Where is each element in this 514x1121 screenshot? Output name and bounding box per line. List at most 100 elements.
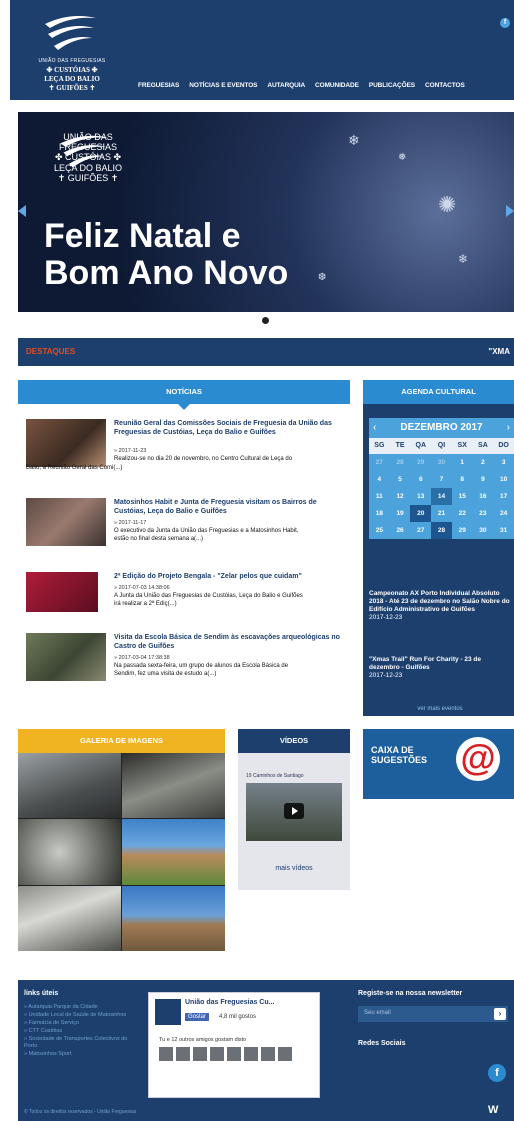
- agenda-event-text[interactable]: "Xmas Trail" Run For Charity - 23 de dez…: [369, 656, 511, 672]
- gallery-image[interactable]: [122, 885, 225, 951]
- agenda-event-text[interactable]: Campeonato AX Porto Individual Absoluto …: [369, 590, 511, 614]
- avatar[interactable]: [210, 1047, 224, 1061]
- news-title[interactable]: Reunião Geral das Comissões Sociais de F…: [114, 419, 350, 437]
- news-title[interactable]: Visita da Escola Básica de Sendim às esc…: [114, 633, 350, 651]
- calendar-day[interactable]: 22: [452, 505, 473, 522]
- gallery-image[interactable]: [18, 885, 121, 951]
- video-title[interactable]: 19 Caminhos de Santiago: [246, 773, 304, 779]
- avatar[interactable]: [176, 1047, 190, 1061]
- facebook-widget[interactable]: União das Freguesias Cu... Gostar 4,8 mi…: [148, 992, 320, 1098]
- play-icon[interactable]: [284, 803, 304, 819]
- calendar-day[interactable]: 15: [452, 488, 473, 505]
- calendar-day[interactable]: 30: [431, 454, 452, 471]
- hero-banner[interactable]: UNIÃO DAS FREGUESIAS ✤ CUSTÓIAS ✤ LEÇA D…: [18, 112, 514, 312]
- avatar[interactable]: [227, 1047, 241, 1061]
- news-thumbnail[interactable]: [26, 633, 106, 681]
- footer-link[interactable]: » Sociedade de Transportes Colectivos do…: [24, 1036, 134, 1050]
- ver-mais-eventos-link[interactable]: ver mais eventos: [369, 706, 511, 712]
- nav-noticias-eventos[interactable]: NOTÍCIAS E EVENTOS: [189, 82, 257, 89]
- calendar-day[interactable]: 23: [473, 505, 494, 522]
- footer-link[interactable]: » Matosinhos Sport: [24, 1051, 134, 1058]
- calendar-day[interactable]: 8: [452, 471, 473, 488]
- news-thumbnail[interactable]: [26, 498, 106, 546]
- newsletter-submit-icon[interactable]: ›: [494, 1008, 506, 1020]
- avatar[interactable]: [193, 1047, 207, 1061]
- slider-dot[interactable]: [262, 317, 269, 324]
- calendar-day[interactable]: 30: [473, 522, 494, 539]
- calendar-day[interactable]: 19: [390, 505, 411, 522]
- avatar[interactable]: [278, 1047, 292, 1061]
- newsletter-email-field[interactable]: Seu email ›: [358, 1006, 508, 1022]
- mais-videos-link[interactable]: mais vídeos: [238, 865, 350, 872]
- gallery-image[interactable]: [18, 819, 121, 885]
- avatar[interactable]: [159, 1047, 173, 1061]
- calendar-day[interactable]: 20: [410, 505, 432, 522]
- agenda-event[interactable]: Campeonato AX Porto Individual Absoluto …: [369, 590, 511, 622]
- calendar-day[interactable]: 28: [390, 454, 411, 471]
- facebook-icon[interactable]: f: [488, 1064, 506, 1082]
- calendar-day[interactable]: 29: [452, 522, 473, 539]
- calendar-day[interactable]: 12: [390, 488, 411, 505]
- nav-publicacoes[interactable]: PUBLICAÇÕES: [369, 82, 415, 89]
- destaques-ticker[interactable]: "XMA: [488, 347, 510, 356]
- news-item[interactable]: Reunião Geral das Comissões Sociais de F…: [26, 419, 350, 479]
- avatar[interactable]: [261, 1047, 275, 1061]
- calendar-day[interactable]: 7: [431, 471, 452, 488]
- calendar-day[interactable]: 17: [493, 488, 514, 505]
- calendar-day[interactable]: 13: [410, 488, 431, 505]
- news-item[interactable]: Visita da Escola Básica de Sendim às esc…: [26, 633, 350, 689]
- calendar-day[interactable]: 6: [410, 471, 431, 488]
- footer-link[interactable]: » Farmácia de Serviço: [24, 1020, 134, 1027]
- nav-freguesias[interactable]: FREGUESIAS: [138, 82, 179, 89]
- slider-prev-arrow-icon[interactable]: [18, 205, 26, 217]
- footer-link[interactable]: » Unidade Local de Saúde de Matosinhos: [24, 1012, 134, 1019]
- news-title[interactable]: Matosinhos Habit e Junta de Freguesia vi…: [114, 498, 350, 516]
- slider-next-arrow-icon[interactable]: [506, 205, 514, 217]
- calendar-next-icon[interactable]: ›: [507, 418, 510, 438]
- avatar[interactable]: [244, 1047, 258, 1061]
- calendar-day[interactable]: 4: [369, 471, 390, 488]
- site-logo[interactable]: UNIÃO DAS FREGUESIAS ✤ CUSTÓIAS ✤ LEÇA D…: [22, 8, 122, 98]
- calendar-day[interactable]: 24: [493, 505, 514, 522]
- calendar-day[interactable]: 27: [410, 522, 431, 539]
- news-item[interactable]: Matosinhos Habit e Junta de Freguesia vi…: [26, 498, 350, 558]
- developer-logo-icon[interactable]: W: [488, 1104, 498, 1116]
- news-title[interactable]: 2ª Edição do Projeto Bengala - "Zelar pe…: [114, 572, 350, 581]
- calendar-day[interactable]: 27: [369, 454, 390, 471]
- nav-comunidade[interactable]: COMUNIDADE: [315, 82, 359, 89]
- nav-contactos[interactable]: CONTACTOS: [425, 82, 465, 89]
- calendar-day[interactable]: 31: [493, 522, 514, 539]
- calendar-day[interactable]: 9: [473, 471, 494, 488]
- calendar-day[interactable]: 21: [431, 505, 452, 522]
- calendar-day[interactable]: 28: [431, 522, 452, 539]
- calendar-day[interactable]: 29: [410, 454, 431, 471]
- gallery-image[interactable]: [122, 753, 225, 819]
- calendar-day[interactable]: 1: [452, 454, 473, 471]
- calendar-day[interactable]: 16: [473, 488, 494, 505]
- calendar-day[interactable]: 5: [390, 471, 411, 488]
- calendar-day[interactable]: 11: [369, 488, 390, 505]
- facebook-page-name[interactable]: União das Freguesias Cu...: [185, 999, 274, 1006]
- calendar-day[interactable]: 2: [473, 454, 494, 471]
- calendar-prev-icon[interactable]: ‹: [373, 418, 376, 438]
- caixa-sugestoes[interactable]: CAIXA DE SUGESTÕES @: [363, 729, 514, 799]
- video-player[interactable]: [246, 783, 342, 841]
- news-item[interactable]: 2ª Edição do Projeto Bengala - "Zelar pe…: [26, 572, 350, 622]
- facebook-like-button[interactable]: Gostar: [185, 1013, 210, 1021]
- news-thumbnail[interactable]: [26, 419, 106, 467]
- gallery-image[interactable]: [122, 819, 225, 885]
- nav-autarquia[interactable]: AUTARQUIA: [267, 82, 305, 89]
- calendar-day[interactable]: 3: [493, 454, 514, 471]
- calendar-day[interactable]: 18: [369, 505, 390, 522]
- calendar-day[interactable]: 10: [493, 471, 514, 488]
- calendar-day[interactable]: 14: [431, 488, 452, 505]
- facebook-icon[interactable]: f: [500, 18, 510, 28]
- footer-link[interactable]: » CTT Custóias: [24, 1028, 134, 1035]
- facebook-page-avatar[interactable]: [155, 999, 181, 1025]
- agenda-event[interactable]: "Xmas Trail" Run For Charity - 23 de dez…: [369, 656, 511, 680]
- news-thumbnail[interactable]: [26, 572, 98, 612]
- calendar-day[interactable]: 25: [369, 522, 390, 539]
- gallery-image[interactable]: [18, 753, 121, 819]
- calendar-day[interactable]: 26: [390, 522, 411, 539]
- footer-link[interactable]: » Autarquia Parque da Cidade: [24, 1004, 134, 1011]
